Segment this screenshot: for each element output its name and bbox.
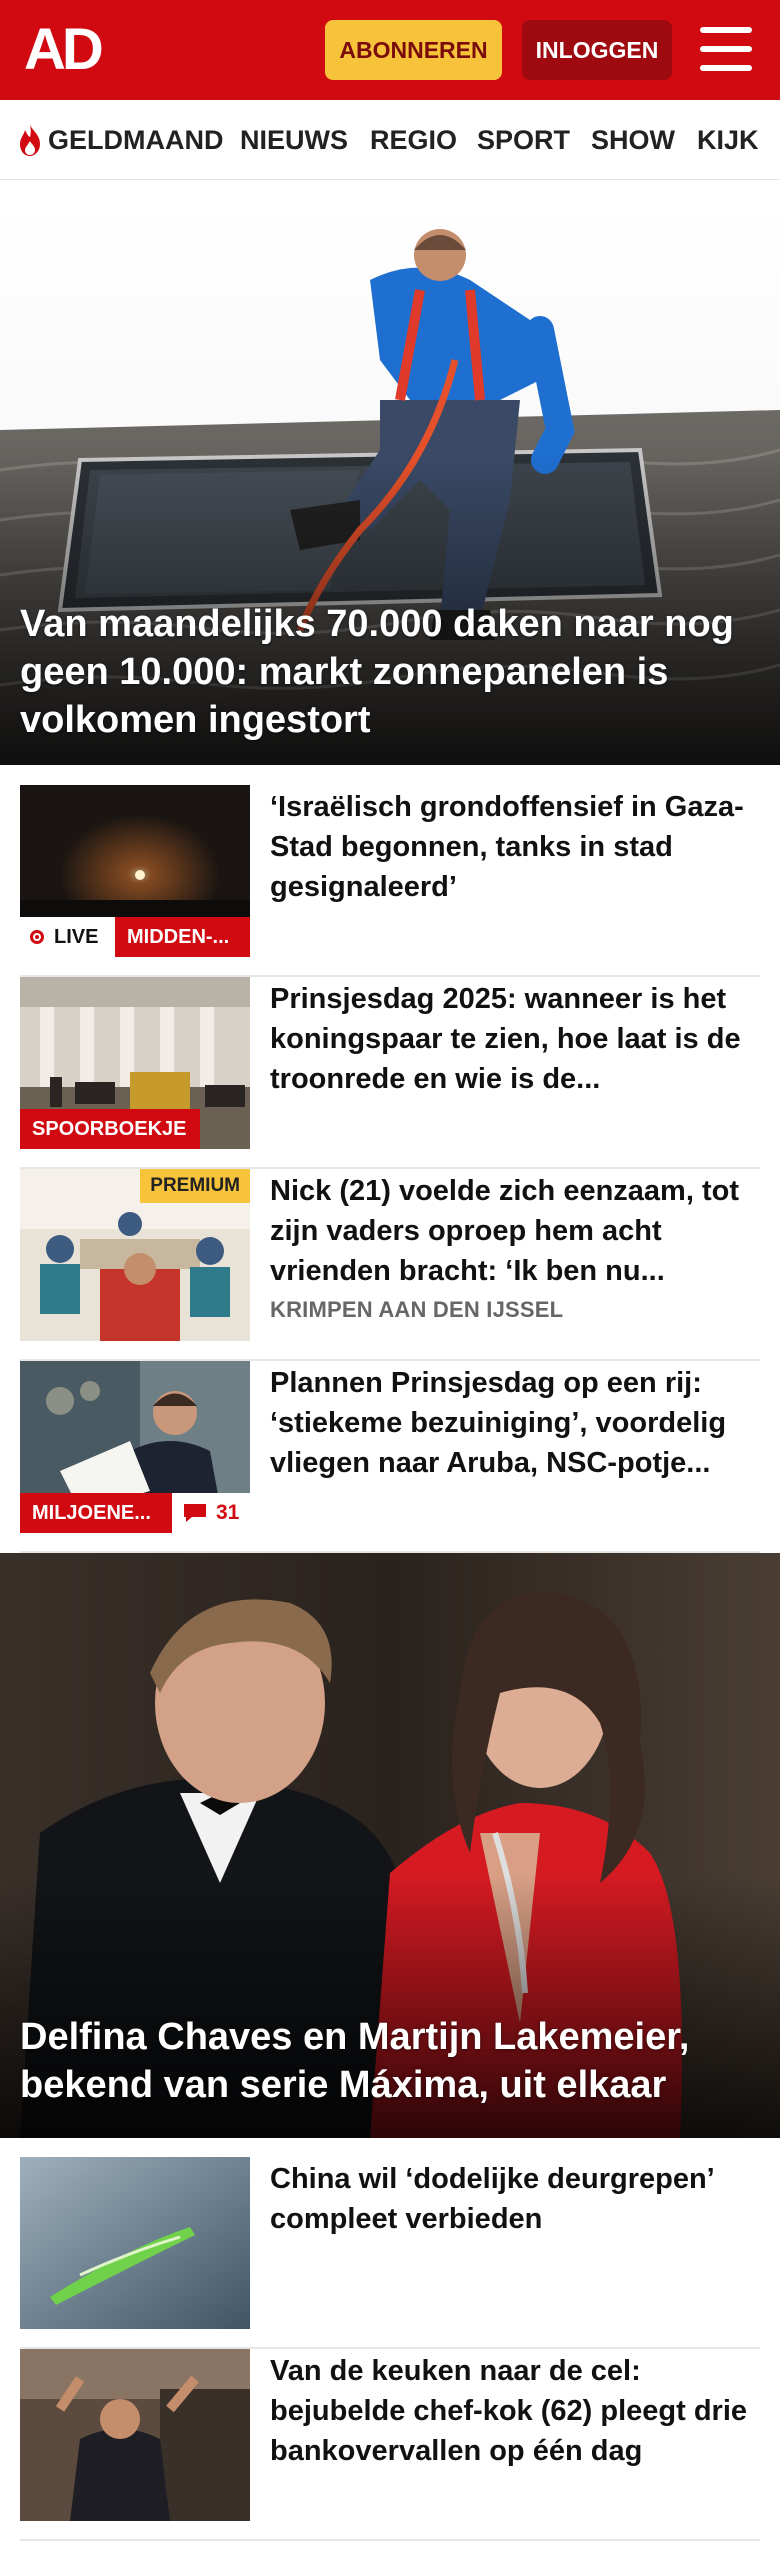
article-title[interactable]: Plannen Prinsjesdag op een rij: ‘stiekem… (270, 1363, 760, 1483)
hero-article-delfina[interactable]: Delfina Chaves en Martijn Lakemeier, bek… (0, 1553, 780, 2138)
nav-item-geldmaand[interactable]: GELDMAAND (16, 100, 224, 179)
article-prinsjesdag-plans[interactable]: MILJOENE... 31 Plannen Prinsjesdag op ee… (20, 1361, 760, 1553)
thumbnail (20, 2349, 250, 2521)
nav-item-label: GELDMAAND (48, 124, 224, 155)
article-gaza[interactable]: LIVE MIDDEN-... ‘Israëlisch grondoffensi… (20, 785, 760, 977)
article-title[interactable]: China wil ‘dodelijke deurgrepen’ complee… (270, 2159, 760, 2239)
category-tag[interactable]: MILJOENE... (20, 1493, 172, 1533)
article-nick-lonely[interactable]: PREMIUM Nick (21) voelde zich eenzaam, t… (20, 1169, 760, 1361)
live-dot-icon (30, 930, 44, 944)
comments-count[interactable]: 31 (172, 1493, 250, 1533)
hero-article-solar[interactable]: Van maandelijks 70.000 daken naar nog ge… (0, 200, 780, 765)
top-bar: AD ABONNEREN INLOGGEN (0, 0, 780, 100)
login-button[interactable]: INLOGGEN (522, 20, 672, 80)
article-location: KRIMPEN AAN DEN IJSSEL (270, 1297, 564, 1322)
section-nav: GELDMAAND NIEUWS REGIO SPORT SHOW KIJK (0, 100, 780, 180)
premium-badge: PREMIUM (140, 1169, 250, 1203)
nav-item-sport[interactable]: SPORT (477, 100, 570, 179)
article-prinsjesdag-schedule[interactable]: SPOORBOEKJE Prinsjesdag 2025: wanneer is… (20, 977, 760, 1169)
article-china-door-handles[interactable]: China wil ‘dodelijke deurgrepen’ complee… (20, 2157, 760, 2349)
category-tag[interactable]: SPOORBOEKJE (20, 1109, 200, 1149)
article-title[interactable]: Van de keuken naar de cel: bejubelde che… (270, 2351, 760, 2471)
article-chef-bank-robbery[interactable]: Van de keuken naar de cel: bejubelde che… (20, 2349, 760, 2541)
hero-title[interactable]: Delfina Chaves en Martijn Lakemeier, bek… (20, 2013, 760, 2109)
hamburger-menu-icon[interactable] (700, 27, 752, 71)
hero-title[interactable]: Van maandelijks 70.000 daken naar nog ge… (20, 600, 760, 744)
nav-item-regio[interactable]: REGIO (370, 100, 457, 179)
article-title[interactable]: Nick (21) voelde zich eenzaam, tot zijn … (270, 1171, 760, 1291)
article-title[interactable]: ‘Israëlisch grondoffensief in Gaza-Stad … (270, 787, 760, 907)
thumbnail (20, 2157, 250, 2329)
subscribe-button[interactable]: ABONNEREN (325, 20, 502, 80)
nav-item-nieuws[interactable]: NIEUWS (240, 100, 348, 179)
thumbnail: MILJOENE... 31 (20, 1361, 250, 1533)
car-door-handle-image (20, 2157, 250, 2329)
comment-icon (184, 1504, 206, 1522)
article-title[interactable]: Prinsjesdag 2025: wanneer is het konings… (270, 979, 760, 1099)
live-badge: LIVE (20, 917, 115, 957)
thumbnail: PREMIUM (20, 1169, 250, 1341)
nav-item-kijk[interactable]: KIJK (697, 100, 759, 179)
flame-icon (20, 124, 40, 156)
chef-kitchen-image (20, 2349, 250, 2521)
ad-logo[interactable]: AD (24, 21, 120, 79)
nav-item-show[interactable]: SHOW (591, 100, 675, 179)
thumbnail: SPOORBOEKJE (20, 977, 250, 1149)
thumbnail: LIVE MIDDEN-... (20, 785, 250, 957)
category-tag[interactable]: MIDDEN-... (115, 917, 250, 957)
